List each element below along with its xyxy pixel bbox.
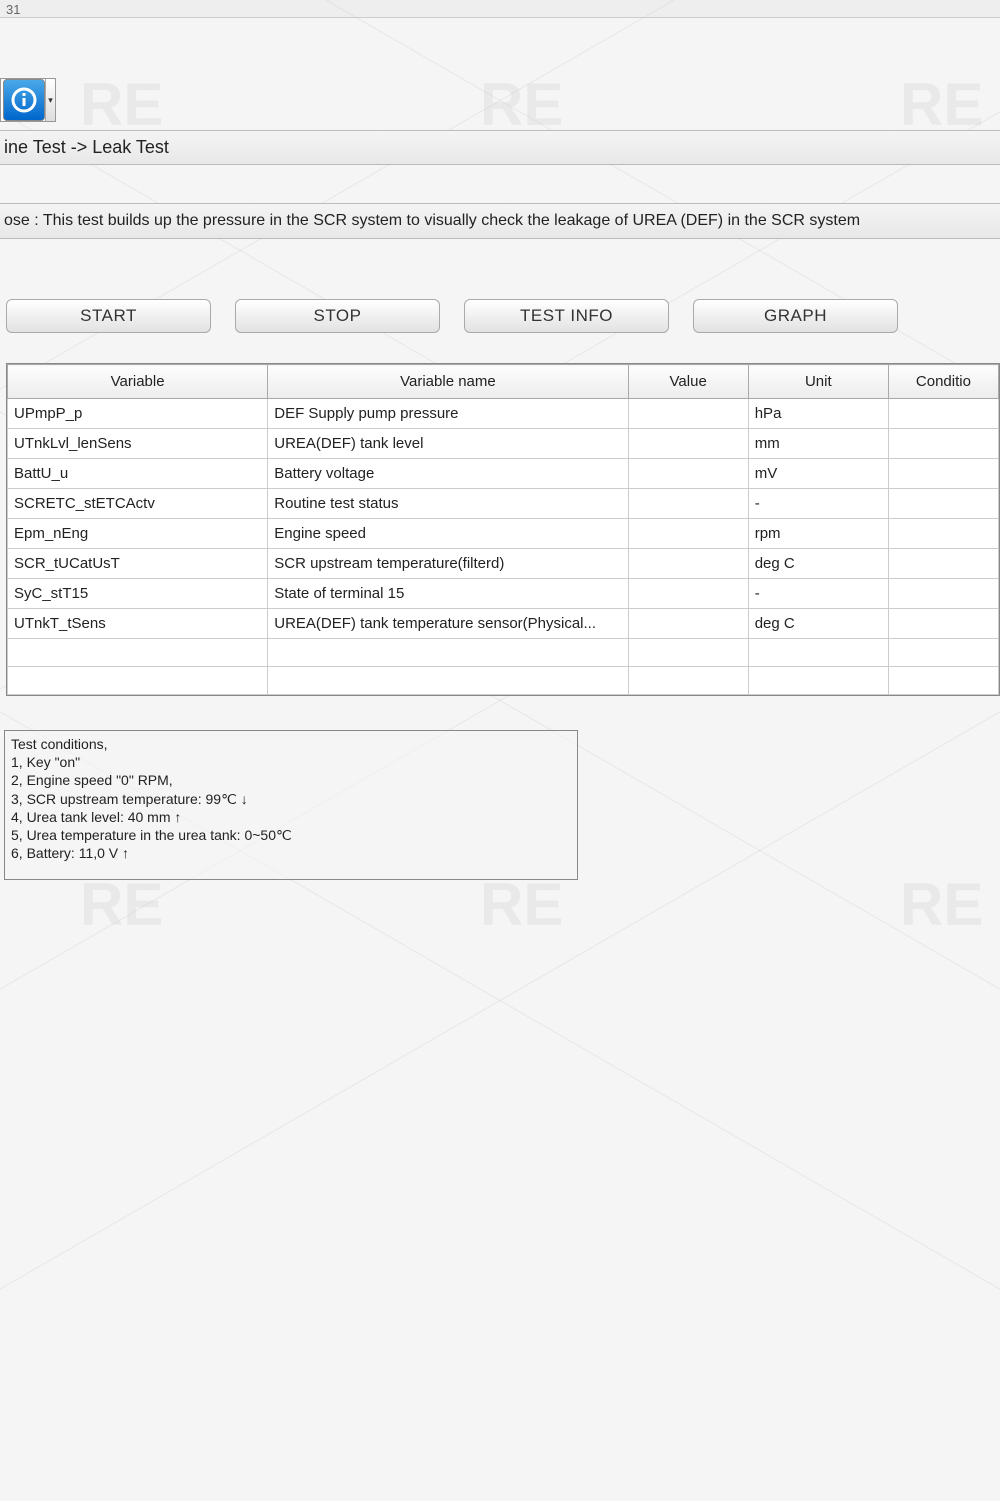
table-cell-value <box>628 609 748 639</box>
table-cell-unit: rpm <box>748 519 888 549</box>
table-cell-cond <box>888 579 998 609</box>
table-cell-variable: UPmpP_p <box>8 399 268 429</box>
table-cell-cond <box>888 639 998 667</box>
table-cell-variable <box>8 639 268 667</box>
table-cell-variable: Epm_nEng <box>8 519 268 549</box>
table-cell-cond <box>888 399 998 429</box>
table-cell-value <box>628 579 748 609</box>
table-row[interactable] <box>8 639 999 667</box>
col-header-variable[interactable]: Variable <box>8 365 268 399</box>
table-cell-unit: - <box>748 579 888 609</box>
table-cell-value <box>628 667 748 695</box>
table-cell-cond <box>888 667 998 695</box>
table-row[interactable]: UTnkLvl_lenSensUREA(DEF) tank level mm <box>8 429 999 459</box>
table-cell-name: SCR upstream temperature(filterd) <box>268 549 628 579</box>
table-cell-name: UREA(DEF) tank temperature sensor(Physic… <box>268 609 628 639</box>
col-header-value[interactable]: Value <box>628 365 748 399</box>
table-row[interactable] <box>8 667 999 695</box>
table-cell-cond <box>888 549 998 579</box>
table-cell-cond <box>888 459 998 489</box>
table-cell-unit: hPa <box>748 399 888 429</box>
table-row[interactable]: Epm_nEngEngine speed rpm <box>8 519 999 549</box>
table-row[interactable]: BattU_uBattery voltage mV <box>8 459 999 489</box>
table-cell-value <box>628 519 748 549</box>
table-cell-cond <box>888 609 998 639</box>
table-cell-value <box>628 459 748 489</box>
table-cell-variable: SyC_stT15 <box>8 579 268 609</box>
col-header-variable-name[interactable]: Variable name <box>268 365 628 399</box>
table-row[interactable]: SyC_stT15State of terminal 15 - <box>8 579 999 609</box>
table-cell-variable: SCR_tUCatUsT <box>8 549 268 579</box>
table-cell-name: Routine test status <box>268 489 628 519</box>
table-cell-value <box>628 639 748 667</box>
table-cell-name: Engine speed <box>268 519 628 549</box>
table-row[interactable]: SCRETC_stETCActvRoutine test status - <box>8 489 999 519</box>
table-cell-name <box>268 667 628 695</box>
header-number: 31 <box>0 0 26 19</box>
table-row[interactable]: UPmpP_pDEF Supply pump pressure hPa <box>8 399 999 429</box>
table-cell-unit: - <box>748 489 888 519</box>
table-cell-value <box>628 429 748 459</box>
col-header-condition[interactable]: Conditio <box>888 365 998 399</box>
table-cell-variable: UTnkT_tSens <box>8 609 268 639</box>
table-cell-unit: mV <box>748 459 888 489</box>
table-row[interactable]: UTnkT_tSensUREA(DEF) tank temperature se… <box>8 609 999 639</box>
variables-table: Variable Variable name Value Unit Condit… <box>6 363 1000 696</box>
table-cell-variable: SCRETC_stETCActv <box>8 489 268 519</box>
table-row[interactable]: SCR_tUCatUsTSCR upstream temperature(fil… <box>8 549 999 579</box>
table-cell-name: DEF Supply pump pressure <box>268 399 628 429</box>
chevron-down-icon: ▾ <box>45 79 55 121</box>
table-cell-unit: mm <box>748 429 888 459</box>
table-cell-variable: BattU_u <box>8 459 268 489</box>
table-cell-value <box>628 399 748 429</box>
table-cell-name: State of terminal 15 <box>268 579 628 609</box>
table-cell-variable <box>8 667 268 695</box>
info-icon <box>3 79 45 121</box>
table-cell-value <box>628 489 748 519</box>
table-cell-variable: UTnkLvl_lenSens <box>8 429 268 459</box>
stop-button[interactable]: STOP <box>235 299 440 333</box>
table-cell-unit <box>748 639 888 667</box>
test-conditions-box: Test conditions, 1, Key "on" 2, Engine s… <box>4 730 578 880</box>
table-cell-name <box>268 639 628 667</box>
table-cell-cond <box>888 429 998 459</box>
table-cell-name: Battery voltage <box>268 459 628 489</box>
table-cell-name: UREA(DEF) tank level <box>268 429 628 459</box>
start-button[interactable]: START <box>6 299 211 333</box>
table-cell-unit: deg C <box>748 549 888 579</box>
test-info-button[interactable]: TEST INFO <box>464 299 669 333</box>
table-cell-cond <box>888 519 998 549</box>
table-cell-unit: deg C <box>748 609 888 639</box>
info-dropdown-button[interactable]: ▾ <box>0 78 56 122</box>
purpose-text: ose : This test builds up the pressure i… <box>0 203 1000 239</box>
table-cell-value <box>628 549 748 579</box>
graph-button[interactable]: GRAPH <box>693 299 898 333</box>
breadcrumb: ine Test -> Leak Test <box>0 130 1000 165</box>
col-header-unit[interactable]: Unit <box>748 365 888 399</box>
table-cell-cond <box>888 489 998 519</box>
table-cell-unit <box>748 667 888 695</box>
